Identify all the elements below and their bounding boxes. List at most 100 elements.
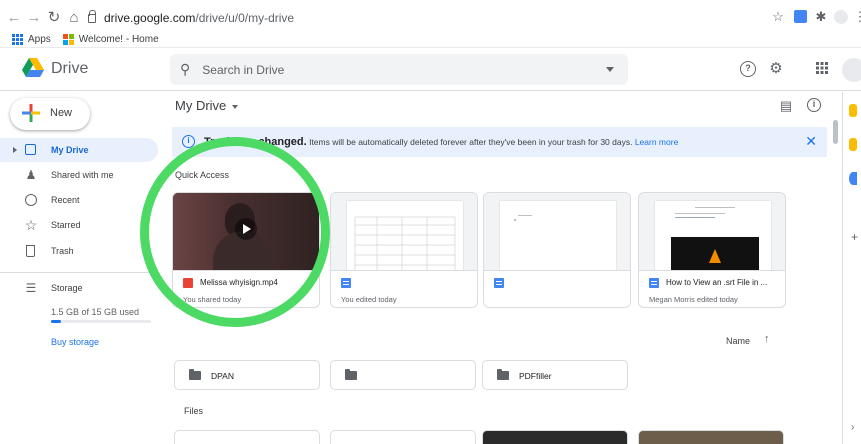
search-options-icon[interactable] (606, 67, 614, 72)
main-content: My Drive ▤ i i Trash has changed. Items … (160, 92, 832, 444)
banner-text: Trash has changed. Items will be automat… (204, 136, 679, 148)
sidebar: New My Drive ♟ Shared with me Recent ☆ S… (0, 92, 160, 444)
folder-item[interactable]: PDFfiller (482, 360, 628, 390)
bookmarks-bar: Apps Welcome! - Home (0, 30, 159, 48)
chevron-down-icon (232, 104, 239, 109)
video-thumbnail (173, 193, 319, 271)
url-text: drive.google.com/drive/u/0/my-drive (104, 11, 295, 25)
sidebar-item-storage[interactable]: ☰ Storage (0, 276, 158, 300)
scrollbar[interactable] (832, 120, 840, 444)
bookmark-star-icon[interactable]: ☆ (769, 8, 787, 26)
calendar-icon[interactable] (849, 104, 857, 117)
browser-chrome: ← → ↻ ⌂ drive.google.com/drive/u/0/my-dr… (0, 0, 861, 48)
add-addon-icon[interactable]: + (851, 230, 858, 244)
search-input[interactable]: Search in Drive (202, 63, 284, 77)
microsoft-logo-icon (62, 33, 74, 45)
apps-grid-icon (12, 33, 23, 45)
drive-logo-icon[interactable] (22, 58, 44, 78)
plus-icon (22, 104, 40, 122)
expand-panel-icon[interactable]: › (851, 422, 854, 433)
side-panel: + › (842, 92, 861, 444)
storage-icon: ☰ (25, 281, 37, 295)
doc-thumbnail (484, 193, 630, 271)
folder-icon (497, 369, 509, 380)
scrollbar-thumb[interactable] (833, 120, 838, 144)
back-icon[interactable]: ← (4, 8, 24, 28)
help-icon[interactable]: ? (740, 61, 756, 77)
folder-icon (189, 369, 201, 380)
page-title[interactable]: My Drive (175, 98, 239, 113)
doc-thumbnail (331, 193, 477, 271)
doc-file-icon (649, 278, 659, 288)
keep-icon[interactable] (849, 138, 857, 151)
quick-access-label: Quick Access (175, 170, 230, 180)
address-bar[interactable]: drive.google.com/drive/u/0/my-drive (88, 6, 768, 30)
clock-icon (24, 193, 38, 207)
embedded-video-preview (671, 237, 759, 270)
doc-page-preview (655, 201, 771, 270)
extension-icon[interactable] (792, 8, 810, 26)
doc-page-preview (500, 201, 616, 270)
file-card[interactable] (174, 430, 320, 444)
home-icon[interactable]: ⌂ (64, 8, 84, 28)
app-name: Drive (51, 60, 89, 77)
quick-access-card[interactable]: How to View an .srt File in ... Megan Mo… (638, 192, 786, 308)
trash-notice-banner: i Trash has changed. Items will be autom… (172, 127, 827, 157)
search-box[interactable]: ⚲ Search in Drive (170, 54, 628, 85)
settings-gear-icon[interactable]: ⚙ (768, 61, 784, 77)
file-card[interactable] (482, 430, 628, 444)
account-avatar[interactable] (842, 58, 861, 82)
sidebar-item-my-drive[interactable]: My Drive (0, 138, 158, 162)
vlc-cone-icon (709, 249, 721, 263)
trash-icon (24, 244, 38, 258)
sidebar-item-shared-with-me[interactable]: ♟ Shared with me (0, 163, 158, 187)
quick-access-card[interactable] (483, 192, 631, 308)
video-file-icon (183, 278, 193, 288)
play-button[interactable] (235, 218, 257, 240)
sidebar-item-trash[interactable]: Trash (0, 239, 158, 263)
bookmark-welcome[interactable]: Welcome! - Home (62, 33, 159, 45)
new-button[interactable]: New (10, 98, 90, 130)
sidebar-item-starred[interactable]: ☆ Starred (0, 213, 158, 237)
folder-item[interactable]: DPAN (174, 360, 320, 390)
drive-icon (24, 143, 38, 157)
list-view-icon[interactable]: ▤ (778, 98, 794, 114)
doc-page-preview (347, 201, 463, 270)
files-label: Files (184, 406, 204, 416)
sidebar-item-recent[interactable]: Recent (0, 188, 158, 212)
folder-icon (345, 369, 357, 380)
tasks-icon[interactable] (849, 172, 857, 185)
expand-arrow-icon[interactable] (13, 147, 17, 153)
storage-progress-bar (51, 320, 151, 323)
quick-access-card[interactable]: You edited today (330, 192, 478, 308)
info-icon[interactable]: i (807, 98, 821, 112)
storage-progress-fill (51, 320, 61, 323)
search-icon[interactable]: ⚲ (180, 61, 190, 78)
lock-icon (88, 9, 96, 23)
file-card[interactable] (638, 430, 784, 444)
buy-storage-link[interactable]: Buy storage (51, 337, 99, 347)
quick-access-card[interactable]: Melissa whyisign.mp4 You shared today (172, 192, 320, 308)
info-icon: i (182, 135, 195, 148)
people-icon: ♟ (25, 168, 37, 182)
puzzle-icon[interactable]: ✱ (812, 8, 830, 26)
doc-file-icon (494, 278, 504, 288)
profile-icon[interactable] (832, 8, 850, 26)
apps-launcher-icon[interactable] (814, 61, 830, 77)
learn-more-link[interactable]: Learn more (635, 137, 678, 147)
star-icon: ☆ (24, 217, 38, 233)
play-icon (243, 224, 251, 234)
sort-by-name[interactable]: Name (726, 336, 750, 346)
storage-used-text: 1.5 GB of 15 GB used (51, 307, 140, 317)
forward-icon[interactable]: → (24, 8, 44, 28)
bookmark-apps[interactable]: Apps (12, 33, 51, 45)
menu-icon[interactable]: ⋮ (851, 8, 861, 26)
file-card[interactable] (330, 430, 476, 444)
close-icon[interactable]: ✕ (805, 133, 817, 150)
folder-item[interactable] (330, 360, 476, 390)
sort-direction-arrow-icon[interactable]: ↑ (764, 333, 770, 345)
drive-header: Drive ⚲ Search in Drive ? ⚙ (0, 49, 861, 91)
doc-file-icon (341, 278, 351, 288)
reload-icon[interactable]: ↻ (44, 8, 64, 28)
doc-thumbnail (639, 193, 785, 271)
